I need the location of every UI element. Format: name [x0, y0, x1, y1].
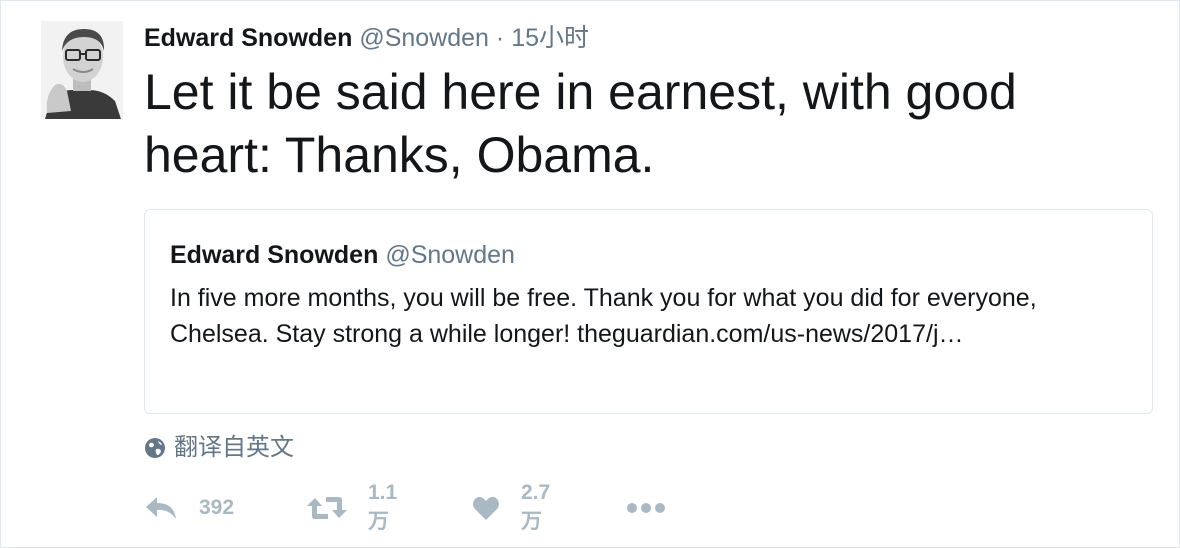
- heart-icon: [472, 495, 500, 521]
- translate-link[interactable]: 翻译自英文: [144, 433, 294, 463]
- translate-label: 翻译自英文: [174, 434, 294, 461]
- more-button[interactable]: [626, 486, 666, 530]
- quoted-tweet[interactable]: Edward Snowden @Snowden In five more mon…: [144, 209, 1153, 414]
- retweet-count: 1.1万: [368, 481, 398, 533]
- tweet-header: Edward Snowden @Snowden · 15小时: [144, 23, 589, 53]
- quoted-author-name: Edward Snowden: [170, 241, 379, 269]
- author-name[interactable]: Edward Snowden: [144, 24, 352, 52]
- quoted-tweet-header: Edward Snowden @Snowden: [170, 240, 515, 270]
- tweet-text: Let it be said here in earnest, with goo…: [144, 64, 1017, 183]
- tweet-card: Edward Snowden @Snowden · 15小时 Let it be…: [0, 0, 1180, 548]
- timestamp[interactable]: 15小时: [511, 24, 589, 52]
- quoted-tweet-text: In five more months, you will be free. T…: [170, 284, 1037, 348]
- avatar-image: [41, 21, 123, 119]
- reply-icon: [144, 495, 178, 521]
- retweet-icon: [306, 495, 348, 521]
- globe-icon: [144, 437, 166, 459]
- avatar[interactable]: [41, 21, 123, 119]
- quoted-author-handle: @Snowden: [385, 241, 515, 269]
- retweet-button[interactable]: 1.1万: [306, 481, 397, 533]
- like-button[interactable]: 2.7万: [472, 481, 550, 533]
- separator: ·: [495, 24, 505, 52]
- reply-count: 392: [199, 496, 235, 519]
- more-icon: [626, 502, 666, 514]
- reply-button[interactable]: 392: [144, 486, 234, 530]
- author-handle[interactable]: @Snowden: [359, 24, 489, 52]
- like-count: 2.7万: [521, 481, 551, 533]
